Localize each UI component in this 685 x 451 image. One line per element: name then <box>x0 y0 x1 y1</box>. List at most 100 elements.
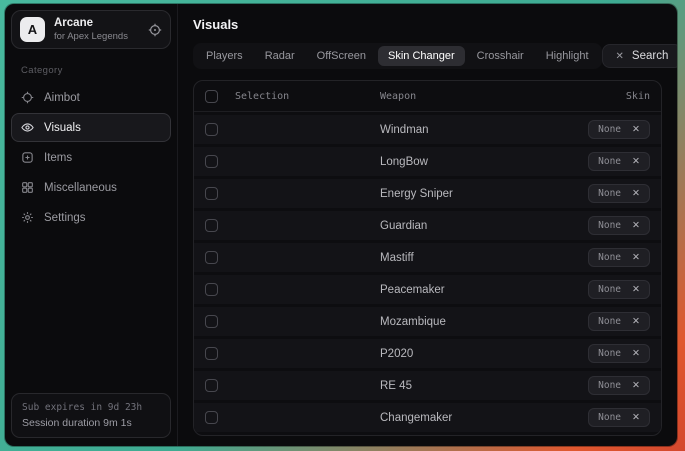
app-subtitle: for Apex Legends <box>54 31 139 43</box>
sidebar-item-label: Items <box>44 152 72 164</box>
tab-players[interactable]: Players <box>196 46 253 66</box>
sidebar-item-label: Visuals <box>44 122 81 134</box>
box-icon <box>21 151 34 164</box>
weapon-name: Windman <box>380 124 578 136</box>
skin-selector[interactable]: None ✕ <box>588 216 650 235</box>
eye-icon <box>21 121 34 134</box>
app-name: Arcane <box>54 16 139 31</box>
sidebar-item-visuals[interactable]: Visuals <box>11 113 171 142</box>
clear-skin-icon[interactable]: ✕ <box>632 348 640 359</box>
tab-skin-changer[interactable]: Skin Changer <box>378 46 465 66</box>
table-header: Selection Weapon Skin <box>194 81 661 112</box>
row-checkbox[interactable] <box>205 315 218 328</box>
tab-label: Players <box>206 50 243 62</box>
weapon-name: Mastiff <box>380 252 578 264</box>
app-logo: A <box>20 17 45 42</box>
main-panel: Visuals Players Radar OffScreen Skin Cha… <box>177 4 677 446</box>
tab-bar: Players Radar OffScreen Skin Changer Cro… <box>193 43 602 69</box>
grid-icon <box>21 181 34 194</box>
close-icon: ✕ <box>616 51 624 62</box>
table-row: Windman None ✕ <box>194 115 661 144</box>
tab-radar[interactable]: Radar <box>255 46 305 66</box>
row-checkbox[interactable] <box>205 123 218 136</box>
clear-skin-icon[interactable]: ✕ <box>632 412 640 423</box>
row-checkbox[interactable] <box>205 187 218 200</box>
clear-skin-icon[interactable]: ✕ <box>632 284 640 295</box>
tab-label: Skin Changer <box>388 50 455 62</box>
session-duration-text: Session duration 9m 1s <box>22 417 160 429</box>
skin-selector[interactable]: None ✕ <box>588 152 650 171</box>
sidebar-item-items[interactable]: Items <box>11 143 171 172</box>
table-row: RE 45 None ✕ <box>194 371 661 400</box>
row-checkbox[interactable] <box>205 411 218 424</box>
skin-selector[interactable]: None ✕ <box>588 408 650 427</box>
skin-selector[interactable]: None ✕ <box>588 312 650 331</box>
table-body: Windman None ✕ LongBow None ✕ <box>194 112 661 432</box>
search-button-label: Search <box>632 50 668 62</box>
tab-label: OffScreen <box>317 50 366 62</box>
row-checkbox[interactable] <box>205 347 218 360</box>
row-checkbox[interactable] <box>205 379 218 392</box>
sidebar-item-settings[interactable]: Settings <box>11 203 171 232</box>
sidebar: A Arcane for Apex Legends Category Aimbo… <box>5 4 177 446</box>
table-row: Guardian None ✕ <box>194 211 661 240</box>
row-checkbox[interactable] <box>205 283 218 296</box>
sub-expires-text: Sub expires in 9d 23h <box>22 402 160 413</box>
clear-skin-icon[interactable]: ✕ <box>632 188 640 199</box>
skin-value: None <box>598 156 621 167</box>
weapon-name: P2020 <box>380 348 578 360</box>
skin-value: None <box>598 380 621 391</box>
clear-skin-icon[interactable]: ✕ <box>632 252 640 263</box>
select-all-checkbox[interactable] <box>205 90 218 103</box>
sidebar-item-miscellaneous[interactable]: Miscellaneous <box>11 173 171 202</box>
column-selection: Selection <box>235 91 370 102</box>
weapon-name: Mozambique <box>380 316 578 328</box>
clear-skin-icon[interactable]: ✕ <box>632 124 640 135</box>
skin-value: None <box>598 124 621 135</box>
skin-value: None <box>598 284 621 295</box>
tab-label: Crosshair <box>477 50 524 62</box>
skin-value: None <box>598 348 621 359</box>
skin-selector[interactable]: None ✕ <box>588 248 650 267</box>
weapon-name: Guardian <box>380 220 578 232</box>
tab-offscreen[interactable]: OffScreen <box>307 46 376 66</box>
clear-skin-icon[interactable]: ✕ <box>632 220 640 231</box>
app-window: A Arcane for Apex Legends Category Aimbo… <box>5 4 677 446</box>
clear-skin-icon[interactable]: ✕ <box>632 316 640 327</box>
table-row: Energy Sniper None ✕ <box>194 179 661 208</box>
category-label: Category <box>21 65 171 76</box>
skin-selector[interactable]: None ✕ <box>588 344 650 363</box>
toolbar: Players Radar OffScreen Skin Changer Cro… <box>193 43 662 69</box>
skin-selector[interactable]: None ✕ <box>588 280 650 299</box>
sidebar-item-label: Miscellaneous <box>44 182 117 194</box>
weapon-name: RE 45 <box>380 380 578 392</box>
session-card: Sub expires in 9d 23h Session duration 9… <box>11 393 171 438</box>
gear-icon <box>21 211 34 224</box>
tab-label: Highlight <box>546 50 589 62</box>
row-checkbox[interactable] <box>205 219 218 232</box>
skin-value: None <box>598 412 621 423</box>
clear-skin-icon[interactable]: ✕ <box>632 156 640 167</box>
clear-skin-icon[interactable]: ✕ <box>632 380 640 391</box>
table-row: LongBow None ✕ <box>194 147 661 176</box>
skin-value: None <box>598 252 621 263</box>
tab-highlight[interactable]: Highlight <box>536 46 599 66</box>
skin-value: None <box>598 188 621 199</box>
table-row: P2020 None ✕ <box>194 339 661 368</box>
row-checkbox[interactable] <box>205 155 218 168</box>
sidebar-item-label: Aimbot <box>44 92 80 104</box>
skin-selector[interactable]: None ✕ <box>588 120 650 139</box>
row-checkbox[interactable] <box>205 251 218 264</box>
crosshair-icon <box>21 91 34 104</box>
scope-icon[interactable] <box>148 23 162 37</box>
tab-crosshair[interactable]: Crosshair <box>467 46 534 66</box>
table-row: Mozambique None ✕ <box>194 307 661 336</box>
skin-selector[interactable]: None ✕ <box>588 184 650 203</box>
search-button[interactable]: ✕ Search <box>602 44 677 68</box>
sidebar-item-aimbot[interactable]: Aimbot <box>11 83 171 112</box>
profile-card: A Arcane for Apex Legends <box>11 10 171 49</box>
sidebar-item-label: Settings <box>44 212 86 224</box>
skin-selector[interactable]: None ✕ <box>588 376 650 395</box>
skin-value: None <box>598 220 621 231</box>
skin-value: None <box>598 316 621 327</box>
